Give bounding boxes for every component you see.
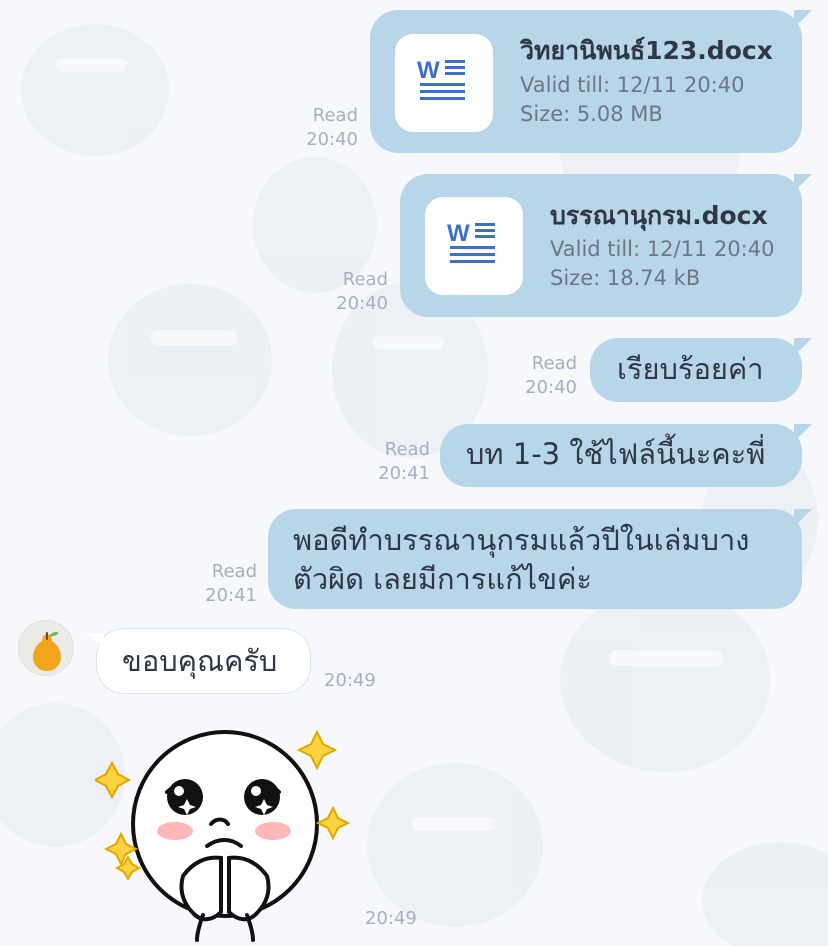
file-message-card[interactable]: W วิทยานิพนธ์123.docx Valid till: 12/11 … <box>370 10 812 153</box>
message-time-m7: 20:49 <box>365 908 417 929</box>
pear-avatar-icon <box>33 632 61 671</box>
message-time: 20:41 <box>378 463 430 484</box>
message-time: 20:41 <box>205 585 257 606</box>
message-text-line-1: พอดีทำบรรณานุกรมแล้วปีในเล่มบาง <box>293 523 750 557</box>
svg-text:W: W <box>417 57 440 84</box>
chat-thread: Read 20:40 W วิทยานิพนธ์123.docx Valid t… <box>0 0 828 946</box>
read-status: Read <box>342 269 388 290</box>
message-text: เรียบร้อยค่า <box>617 352 764 386</box>
message-time: 20:40 <box>336 293 388 314</box>
file-message-card[interactable]: W บรรณานุกรม.docx Valid till: 12/11 20:4… <box>400 174 812 317</box>
file-name: วิทยานิพนธ์123.docx <box>520 36 773 65</box>
read-status: Read <box>312 105 358 126</box>
file-valid-date: Valid till: 12/11 20:40 <box>550 237 775 261</box>
read-time-m4: Read 20:41 <box>358 438 430 486</box>
message-text: ขอบคุณครับ <box>122 644 278 678</box>
text-message-bubble[interactable]: บท 1-3 ใช้ไฟล์นี้นะคะพี่ <box>440 424 812 487</box>
file-valid-date: Valid till: 12/11 20:40 <box>520 73 745 97</box>
message-time-m6: 20:49 <box>324 670 376 691</box>
crying-face-sticker[interactable] <box>95 720 355 945</box>
message-time: 20:40 <box>306 129 358 150</box>
text-message-bubble[interactable]: พอดีทำบรรณานุกรมแล้วปีในเล่มบาง ตัวผิด เ… <box>268 509 812 609</box>
read-status: Read <box>531 353 577 374</box>
svg-text:W: W <box>447 220 470 247</box>
message-time: 20:40 <box>525 377 577 398</box>
file-size: Size: 5.08 MB <box>520 102 663 126</box>
read-time-m3: Read 20:40 <box>505 352 577 400</box>
read-time-m2: Read 20:40 <box>316 268 388 316</box>
read-status: Read <box>384 439 430 460</box>
message-text-line-2: ตัวผิด เลยมีการแก้ไขค่ะ <box>293 562 593 596</box>
text-message-bubble[interactable]: เรียบร้อยค่า <box>590 338 812 402</box>
incoming-text-bubble[interactable]: ขอบคุณครับ <box>86 628 311 694</box>
file-thumbnail: W <box>425 197 523 295</box>
message-text: บท 1-3 ใช้ไฟล์นี้นะคะพี่ <box>466 437 766 471</box>
word-document-icon: W <box>417 57 465 100</box>
read-status: Read <box>211 561 257 582</box>
file-thumbnail: W <box>395 34 493 132</box>
file-name: บรรณานุกรม.docx <box>550 201 768 230</box>
read-time-m5: Read 20:41 <box>185 560 257 608</box>
read-time-m1: Read 20:40 <box>286 104 358 152</box>
contact-avatar[interactable] <box>18 620 74 676</box>
file-size: Size: 18.74 kB <box>550 266 701 290</box>
word-document-icon: W <box>447 220 495 263</box>
